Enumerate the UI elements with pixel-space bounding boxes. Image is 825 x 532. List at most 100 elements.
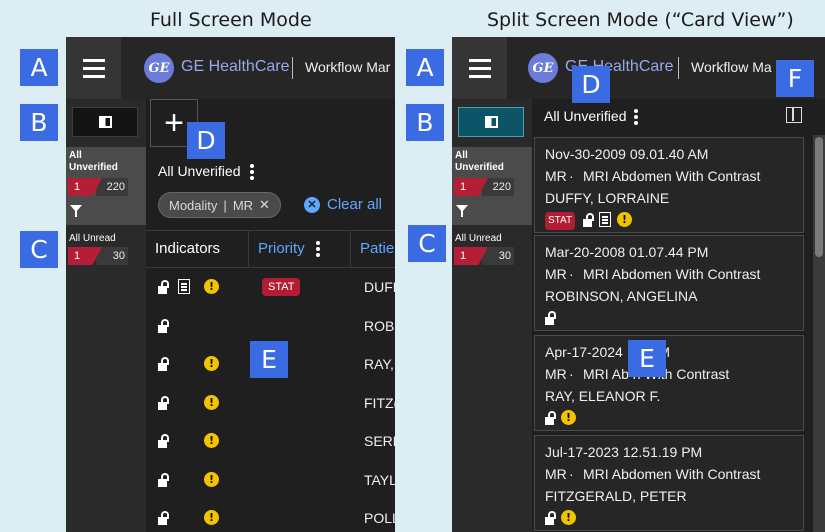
card-modality: MR (545, 466, 567, 482)
table-header: Indicators Priority Patie (146, 230, 395, 268)
warning-icon: ! (204, 471, 219, 487)
card-separator: · (569, 366, 574, 382)
card-separator: · (569, 168, 574, 184)
table-row[interactable]: ! FITZ( (146, 384, 395, 423)
split-panel-active-icon (484, 116, 498, 128)
column-indicators[interactable]: Indicators (146, 231, 249, 267)
worklist-title: All Unverified (158, 163, 241, 179)
clear-all-button[interactable]: ✕ Clear all (304, 196, 382, 213)
unread-total-count: 30 (96, 247, 128, 265)
split-worklist-menu-icon[interactable] (634, 109, 638, 127)
clear-all-label: Clear all (327, 196, 383, 213)
unlock-icon (583, 213, 594, 227)
study-card[interactable]: Apr-17-2024 .11 PMMR·MRI Ab n With Contr… (534, 335, 804, 431)
card-description: MRI Abdomen With Contrast (583, 266, 761, 282)
header-divider (292, 57, 293, 79)
split-header-divider (678, 57, 679, 79)
panel-toggle-button[interactable] (72, 107, 138, 137)
split-worklist-title: All Unverified (544, 108, 627, 124)
full-screen-heading: Full Screen Mode (150, 9, 312, 31)
menu-button[interactable] (66, 37, 121, 99)
table-row[interactable]: ! POLL (146, 499, 395, 532)
unlock-icon (545, 411, 556, 425)
table-row[interactable]: ! STAT DUFF (146, 268, 395, 307)
split-screen-heading: Split Screen Mode (“Card View”) (487, 9, 794, 31)
marker-c-split: C (408, 225, 446, 262)
marker-b-split: B (406, 104, 444, 141)
filter-chip-modality[interactable]: Modality | MR ✕ (158, 192, 281, 218)
patient-name: TAYL (364, 471, 395, 488)
chip-value: MR (232, 197, 254, 213)
split-unread-label: All Unread (455, 233, 502, 244)
priority-menu-icon[interactable] (316, 241, 320, 259)
category-label-line2: Unverified (69, 162, 118, 173)
unverified-total-count: 220 (96, 178, 128, 196)
warning-icon: ! (204, 356, 219, 371)
note-icon (599, 212, 611, 227)
card-datetime: Nov-30-2009 09.01.40 AM (545, 146, 709, 162)
column-priority[interactable]: Priority (249, 231, 351, 267)
scrollbar-thumb[interactable] (815, 137, 823, 257)
layout-settings-icon[interactable] (786, 107, 802, 123)
worklist-menu-icon[interactable] (250, 164, 254, 182)
marker-a-split: A (406, 49, 444, 86)
unlock-icon (158, 434, 169, 448)
chip-close-icon[interactable]: ✕ (259, 197, 270, 213)
marker-e-full: E (250, 341, 288, 378)
marker-b-full: B (20, 104, 58, 141)
card-patient: FITZGERALD, PETER (545, 488, 687, 504)
unread-count: 1 30 (68, 247, 128, 265)
unlock-icon (158, 472, 169, 487)
table-row[interactable]: ROBI (146, 307, 395, 346)
patient-name: POLL (364, 510, 395, 526)
marker-e-split: E (628, 340, 666, 377)
split-category-label-line1: All (455, 150, 468, 161)
patient-name: FITZ( (364, 394, 395, 411)
column-priority-label: Priority (258, 240, 305, 257)
unlock-icon (158, 395, 169, 410)
marker-d-split: D (572, 66, 610, 103)
category-all-unverified[interactable]: All Unverified 1 220 (66, 147, 146, 225)
card-patient: DUFFY, LORRAINE (545, 190, 670, 206)
study-card[interactable]: Jul-17-2023 12.51.19 PM MR · MRI Abdomen Wi… (534, 435, 804, 531)
column-patient[interactable]: Patie (351, 231, 395, 267)
clear-icon: ✕ (304, 196, 320, 213)
split-left-sidebar: All Unverified 1 220 All Unread 1 30 (452, 99, 532, 532)
split-unread-total-count: 30 (482, 247, 514, 265)
workflow-title: Workflow Mar (305, 59, 391, 75)
split-workflow-title: Workflow Ma (691, 59, 772, 75)
card-separator: · (569, 266, 574, 282)
study-card[interactable]: Mar-20-2008 01.07.44 PM MR · MRI Abdomen Wi… (534, 235, 804, 331)
warning-icon: ! (204, 279, 219, 294)
split-menu-button[interactable] (452, 37, 507, 99)
unread-label: All Unread (69, 233, 116, 244)
marker-f-split: F (776, 60, 814, 97)
brand-name: GE HealthCare (181, 58, 290, 75)
split-unverified-count: 1 220 (454, 178, 514, 196)
patient-name: DUFF (364, 279, 395, 295)
split-category-all-unverified[interactable]: All Unverified 1 220 (452, 147, 532, 225)
study-card[interactable]: Nov-30-2009 09.01.40 AM MR · MRI Abdomen Wi… (534, 137, 804, 233)
table-row[interactable]: ! TAYL (146, 461, 395, 500)
note-icon (178, 279, 190, 294)
stat-badge: STAT (545, 212, 576, 230)
category-label-line1: All (69, 150, 82, 161)
warning-icon: ! (561, 410, 576, 425)
split-panel-toggle-button[interactable] (458, 107, 524, 137)
patient-name: RAY, (364, 356, 394, 372)
unlock-icon (158, 318, 169, 333)
split-ge-logo-icon: GE (528, 53, 558, 83)
table-row[interactable]: ! SERR (146, 422, 395, 461)
full-screen-panel: GE GE HealthCare Workflow Mar All Unveri… (66, 37, 395, 532)
marker-c-full: C (20, 231, 58, 268)
card-modality: MR (545, 366, 567, 382)
unlock-icon (158, 511, 169, 525)
card-list-scrollbar[interactable] (813, 135, 825, 532)
app-header: GE GE HealthCare Workflow Mar (66, 37, 395, 99)
stat-badge: STAT (262, 278, 301, 296)
split-panel-icon (98, 116, 112, 128)
split-app-header: GE GE HealthCare Workflow Ma (452, 37, 825, 99)
unlock-icon (545, 511, 556, 525)
chip-separator: | (223, 197, 227, 213)
card-datetime: Jul-17-2023 12.51.19 PM (545, 444, 703, 460)
